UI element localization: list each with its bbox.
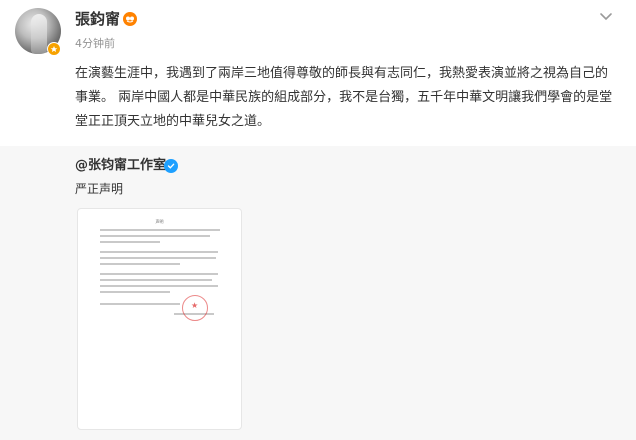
verified-badge-icon [47, 42, 61, 56]
document-text-line [100, 285, 218, 287]
document-text-line [100, 279, 212, 281]
document-text-line [100, 257, 216, 259]
chevron-down-icon[interactable] [598, 8, 614, 21]
post-timestamp[interactable]: 4分钟前 [75, 37, 115, 51]
username[interactable]: 張鈞甯 [75, 9, 120, 29]
document-text-line [100, 303, 180, 305]
repost-card[interactable]: @张钧甯工作室 严正声明 声明 ★ [0, 146, 636, 440]
post-content: 在演藝生涯中，我遇到了兩岸三地值得尊敬的師長與有志同仁，我熱愛表演並將之視為自己… [75, 66, 613, 129]
document-text-line [100, 263, 180, 265]
seal-star-icon: ★ [191, 301, 199, 310]
repost-author-link[interactable]: @张钧甯工作室 [75, 157, 166, 175]
verified-icon [164, 159, 178, 173]
document-text-line [100, 229, 220, 231]
document-text-line [100, 273, 218, 275]
document-text-line [100, 241, 160, 243]
red-seal-stamp: ★ [182, 295, 208, 321]
document-text-line [100, 251, 218, 253]
document-title: 声明 [155, 219, 164, 224]
statement-document-image[interactable]: 声明 ★ [77, 208, 242, 430]
weibo-post-card: 張鈞甯 4分钟前 在演藝生涯中，我遇到了兩岸三地值得尊敬的師長與有志同仁，我熱愛… [0, 0, 636, 440]
document-text-line [100, 235, 210, 237]
repost-text: 严正声明 [75, 182, 124, 196]
document-text-line [100, 291, 170, 293]
member-level-icon[interactable] [123, 12, 137, 26]
avatar-figure [31, 14, 47, 54]
